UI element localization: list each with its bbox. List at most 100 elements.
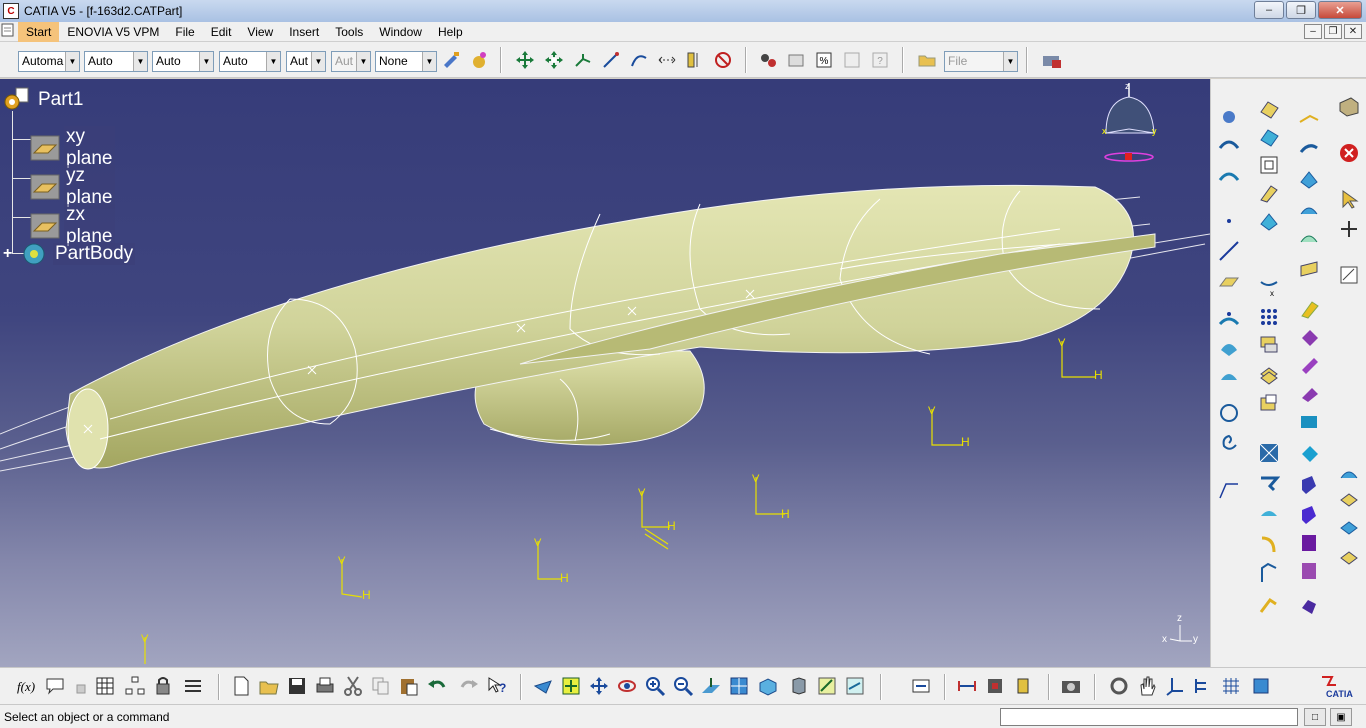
menu-window[interactable]: Window xyxy=(371,22,430,42)
measure-item-icon[interactable] xyxy=(984,675,1006,697)
new-document-icon[interactable] xyxy=(230,675,252,697)
hide-show-icon[interactable] xyxy=(816,675,838,697)
circle-icon[interactable] xyxy=(1217,401,1241,425)
doc-minimize-button[interactable]: – xyxy=(1304,24,1322,39)
normal-curve-icon[interactable]: x xyxy=(1257,275,1281,299)
tree-node-part1[interactable]: Part1 xyxy=(2,87,85,113)
swap-visible-icon[interactable] xyxy=(844,675,866,697)
plane-tool-icon[interactable] xyxy=(1217,269,1241,293)
transform-icon[interactable] xyxy=(1257,561,1281,585)
tree-node-xy-plane[interactable]: xy plane xyxy=(30,126,115,170)
select-icon[interactable] xyxy=(1337,187,1361,211)
multi-view-icon[interactable] xyxy=(728,675,750,697)
list-icon[interactable] xyxy=(182,675,204,697)
grid-icon[interactable] xyxy=(1220,675,1242,697)
snap-icon[interactable] xyxy=(543,49,565,71)
solid-combine-icon[interactable] xyxy=(1297,531,1321,555)
material-icon[interactable] xyxy=(468,49,490,71)
menu-insert[interactable]: Insert xyxy=(281,22,327,42)
open-folder-icon[interactable] xyxy=(258,675,280,697)
shading-icon[interactable] xyxy=(788,675,810,697)
secure-icon[interactable] xyxy=(152,675,174,697)
spiral-icon[interactable] xyxy=(1217,431,1241,455)
thickness-icon[interactable] xyxy=(1337,545,1361,569)
hierarchy-icon[interactable] xyxy=(124,675,146,697)
normal-view-icon[interactable] xyxy=(700,675,722,697)
extract-icon[interactable] xyxy=(1257,333,1281,357)
update-icon[interactable] xyxy=(910,675,932,697)
menu-edit[interactable]: Edit xyxy=(203,22,240,42)
extrapolate-icon[interactable] xyxy=(1257,593,1281,617)
pad-icon[interactable] xyxy=(1297,297,1321,321)
healing-icon[interactable] xyxy=(1257,391,1281,415)
polyline-icon[interactable] xyxy=(1217,163,1241,187)
catalog-icon[interactable] xyxy=(785,49,807,71)
combine-icon[interactable] xyxy=(1217,335,1241,359)
lock-icon[interactable] xyxy=(70,675,92,697)
intersection-icon[interactable] xyxy=(1337,463,1361,487)
iso-view-icon[interactable] xyxy=(756,675,778,697)
menu-start[interactable]: Start xyxy=(18,21,60,42)
paste-icon[interactable] xyxy=(398,675,420,697)
3d-viewport[interactable]: V H V H V H V H V H V H V Part1 xy plane xyxy=(0,79,1210,667)
curve-tool-icon[interactable] xyxy=(628,49,650,71)
extrude-surface-icon[interactable] xyxy=(1257,97,1281,121)
design-table-icon[interactable]: ? xyxy=(869,49,891,71)
close-viewer-button[interactable]: ▣ xyxy=(1330,708,1352,726)
fill-icon[interactable] xyxy=(1257,209,1281,233)
blend-icon[interactable] xyxy=(1297,197,1321,221)
cut-icon[interactable] xyxy=(342,675,364,697)
layer-combo[interactable]: None ▼ xyxy=(375,51,437,72)
fit-all-icon[interactable] xyxy=(560,675,582,697)
measure-inertia-icon[interactable] xyxy=(1012,675,1034,697)
sphere-icon[interactable] xyxy=(1257,153,1281,177)
revolve-icon[interactable] xyxy=(1257,125,1281,149)
dimension-icon[interactable] xyxy=(656,49,678,71)
menu-tools[interactable]: Tools xyxy=(327,22,371,42)
zoom-in-icon[interactable] xyxy=(644,675,666,697)
formula-fx-icon[interactable]: f(x) xyxy=(16,675,38,697)
connect-curve-icon[interactable] xyxy=(1337,517,1361,541)
hole-icon[interactable] xyxy=(1297,409,1321,433)
formula-icon[interactable]: % xyxy=(813,49,835,71)
maximize-viewer-button[interactable]: □ xyxy=(1304,708,1326,726)
pan-view-icon[interactable] xyxy=(588,675,610,697)
painter-icon[interactable] xyxy=(440,49,462,71)
print-icon[interactable] xyxy=(314,675,336,697)
law-icon[interactable] xyxy=(841,49,863,71)
point-icon[interactable] xyxy=(1217,105,1241,129)
sweep-icon[interactable] xyxy=(1297,137,1321,161)
curvature-icon[interactable] xyxy=(1217,477,1241,501)
pattern-icon[interactable] xyxy=(1257,305,1281,329)
spine-icon[interactable] xyxy=(1217,133,1241,157)
stiffener-icon[interactable] xyxy=(1297,503,1321,527)
color-combo[interactable]: Automa ▼ xyxy=(18,51,80,72)
copy-icon[interactable] xyxy=(370,675,392,697)
minimize-button[interactable]: – xyxy=(1254,1,1284,19)
exit-icon[interactable] xyxy=(1337,141,1361,165)
file-combo[interactable]: File ▼ xyxy=(944,51,1018,72)
axis-tool-icon[interactable] xyxy=(1164,675,1186,697)
close-button[interactable]: ✕ xyxy=(1318,1,1362,19)
multi-section-icon[interactable] xyxy=(1297,225,1321,249)
parallel-curve-icon[interactable] xyxy=(1337,489,1361,513)
expand-icon[interactable]: + xyxy=(3,245,19,263)
command-input[interactable] xyxy=(1000,708,1298,726)
line-tool-icon[interactable] xyxy=(600,49,622,71)
table-icon[interactable] xyxy=(94,675,116,697)
menu-file[interactable]: File xyxy=(167,22,202,42)
restore-button[interactable]: ❐ xyxy=(1286,1,1316,19)
capture-icon[interactable] xyxy=(1060,675,1082,697)
compass[interactable]: z x y xyxy=(1096,81,1162,167)
tree-layout-icon[interactable] xyxy=(1192,675,1214,697)
loft-icon[interactable] xyxy=(1297,167,1321,191)
zoom-out-icon[interactable] xyxy=(672,675,694,697)
doc-close-button[interactable]: ✕ xyxy=(1344,24,1362,39)
shaft-icon[interactable] xyxy=(1297,353,1321,377)
menu-enovia[interactable]: ENOVIA V5 VPM xyxy=(59,22,167,42)
sketcher-icon[interactable] xyxy=(1337,263,1361,287)
offset-icon[interactable] xyxy=(1257,181,1281,205)
rotate-axis-icon[interactable] xyxy=(572,49,594,71)
multi-pad-icon[interactable] xyxy=(1297,559,1321,583)
measure-icon[interactable] xyxy=(684,49,706,71)
